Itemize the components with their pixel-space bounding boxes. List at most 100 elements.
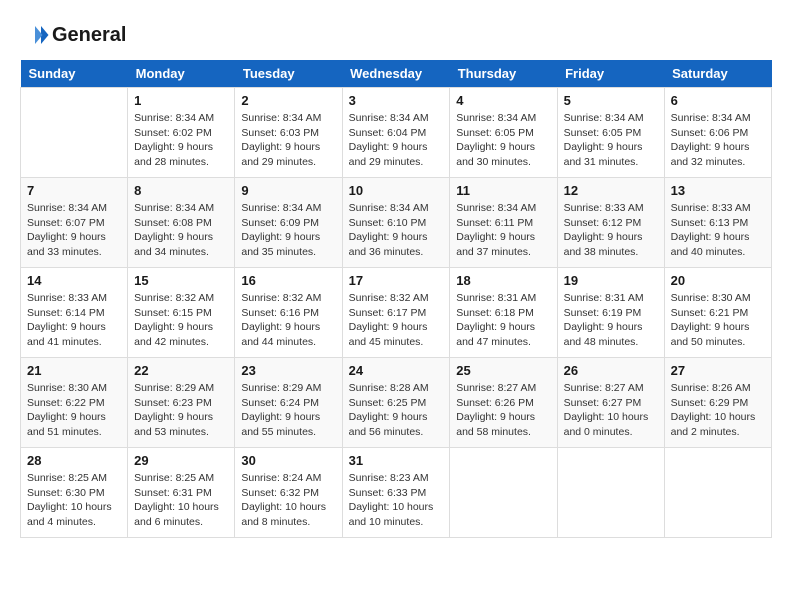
logo-text: General	[52, 24, 126, 46]
calendar-cell: 27 Sunrise: 8:26 AM Sunset: 6:29 PM Dayli…	[664, 358, 771, 448]
day-info: Sunrise: 8:24 AM Sunset: 6:32 PM Dayligh…	[241, 471, 335, 530]
calendar-cell: 3 Sunrise: 8:34 AM Sunset: 6:04 PM Daylig…	[342, 88, 450, 178]
day-number: 1	[134, 93, 228, 108]
day-number: 5	[564, 93, 658, 108]
day-info: Sunrise: 8:34 AM Sunset: 6:03 PM Dayligh…	[241, 111, 335, 170]
logo: General	[20, 20, 126, 50]
calendar-cell: 15 Sunrise: 8:32 AM Sunset: 6:15 PM Dayli…	[128, 268, 235, 358]
day-number: 19	[564, 273, 658, 288]
calendar-cell: 19 Sunrise: 8:31 AM Sunset: 6:19 PM Dayli…	[557, 268, 664, 358]
day-number: 12	[564, 183, 658, 198]
day-number: 9	[241, 183, 335, 198]
day-info: Sunrise: 8:25 AM Sunset: 6:31 PM Dayligh…	[134, 471, 228, 530]
calendar-table: SundayMondayTuesdayWednesdayThursdayFrid…	[20, 60, 772, 538]
day-info: Sunrise: 8:27 AM Sunset: 6:26 PM Dayligh…	[456, 381, 550, 440]
calendar-cell: 7 Sunrise: 8:34 AM Sunset: 6:07 PM Daylig…	[21, 178, 128, 268]
calendar-cell: 30 Sunrise: 8:24 AM Sunset: 6:32 PM Dayli…	[235, 448, 342, 538]
day-info: Sunrise: 8:34 AM Sunset: 6:09 PM Dayligh…	[241, 201, 335, 260]
calendar-cell: 31Sunrise: 8:23 AM Sunset: 6:33 PM Dayli…	[342, 448, 450, 538]
day-info: Sunrise: 8:29 AM Sunset: 6:23 PM Dayligh…	[134, 381, 228, 440]
day-number: 23	[241, 363, 335, 378]
day-number: 3	[349, 93, 444, 108]
day-number: 22	[134, 363, 228, 378]
calendar-cell	[450, 448, 557, 538]
day-number: 11	[456, 183, 550, 198]
calendar-cell: 10 Sunrise: 8:34 AM Sunset: 6:10 PM Dayli…	[342, 178, 450, 268]
calendar-cell: 28 Sunrise: 8:25 AM Sunset: 6:30 PM Dayli…	[21, 448, 128, 538]
day-info: Sunrise: 8:30 AM Sunset: 6:21 PM Dayligh…	[671, 291, 765, 350]
day-number: 28	[27, 453, 121, 468]
calendar-cell: 23 Sunrise: 8:29 AM Sunset: 6:24 PM Dayli…	[235, 358, 342, 448]
day-number: 16	[241, 273, 335, 288]
column-header-monday: Monday	[128, 60, 235, 88]
day-number: 21	[27, 363, 121, 378]
day-number: 27	[671, 363, 765, 378]
day-number: 20	[671, 273, 765, 288]
day-info: Sunrise: 8:34 AM Sunset: 6:05 PM Dayligh…	[456, 111, 550, 170]
column-header-friday: Friday	[557, 60, 664, 88]
calendar-week-row: 7 Sunrise: 8:34 AM Sunset: 6:07 PM Daylig…	[21, 178, 772, 268]
calendar-cell: 24 Sunrise: 8:28 AM Sunset: 6:25 PM Dayli…	[342, 358, 450, 448]
day-number: 24	[349, 363, 444, 378]
day-number: 25	[456, 363, 550, 378]
calendar-cell: 12 Sunrise: 8:33 AM Sunset: 6:12 PM Dayli…	[557, 178, 664, 268]
day-info: Sunrise: 8:33 AM Sunset: 6:13 PM Dayligh…	[671, 201, 765, 260]
calendar-cell: 18Sunrise: 8:31 AM Sunset: 6:18 PM Dayli…	[450, 268, 557, 358]
day-info: Sunrise: 8:28 AM Sunset: 6:25 PM Dayligh…	[349, 381, 444, 440]
day-info: Sunrise: 8:34 AM Sunset: 6:11 PM Dayligh…	[456, 201, 550, 260]
day-number: 2	[241, 93, 335, 108]
calendar-cell: 5 Sunrise: 8:34 AM Sunset: 6:05 PM Daylig…	[557, 88, 664, 178]
calendar-cell: 8Sunrise: 8:34 AM Sunset: 6:08 PM Daylig…	[128, 178, 235, 268]
calendar-cell: 29 Sunrise: 8:25 AM Sunset: 6:31 PM Dayli…	[128, 448, 235, 538]
calendar-cell: 17Sunrise: 8:32 AM Sunset: 6:17 PM Dayli…	[342, 268, 450, 358]
day-info: Sunrise: 8:34 AM Sunset: 6:04 PM Dayligh…	[349, 111, 444, 170]
calendar-cell: 26 Sunrise: 8:27 AM Sunset: 6:27 PM Dayli…	[557, 358, 664, 448]
calendar-cell: 4Sunrise: 8:34 AM Sunset: 6:05 PM Daylig…	[450, 88, 557, 178]
day-number: 10	[349, 183, 444, 198]
day-info: Sunrise: 8:33 AM Sunset: 6:14 PM Dayligh…	[27, 291, 121, 350]
day-number: 8	[134, 183, 228, 198]
column-header-wednesday: Wednesday	[342, 60, 450, 88]
calendar-week-row: 1 Sunrise: 8:34 AM Sunset: 6:02 PM Daylig…	[21, 88, 772, 178]
day-info: Sunrise: 8:27 AM Sunset: 6:27 PM Dayligh…	[564, 381, 658, 440]
day-info: Sunrise: 8:30 AM Sunset: 6:22 PM Dayligh…	[27, 381, 121, 440]
day-number: 6	[671, 93, 765, 108]
day-info: Sunrise: 8:33 AM Sunset: 6:12 PM Dayligh…	[564, 201, 658, 260]
day-info: Sunrise: 8:25 AM Sunset: 6:30 PM Dayligh…	[27, 471, 121, 530]
day-number: 7	[27, 183, 121, 198]
day-number: 26	[564, 363, 658, 378]
day-info: Sunrise: 8:31 AM Sunset: 6:19 PM Dayligh…	[564, 291, 658, 350]
day-info: Sunrise: 8:29 AM Sunset: 6:24 PM Dayligh…	[241, 381, 335, 440]
day-number: 14	[27, 273, 121, 288]
calendar-cell: 22 Sunrise: 8:29 AM Sunset: 6:23 PM Dayli…	[128, 358, 235, 448]
day-info: Sunrise: 8:32 AM Sunset: 6:15 PM Dayligh…	[134, 291, 228, 350]
calendar-week-row: 14 Sunrise: 8:33 AM Sunset: 6:14 PM Dayli…	[21, 268, 772, 358]
column-header-saturday: Saturday	[664, 60, 771, 88]
calendar-cell: 16 Sunrise: 8:32 AM Sunset: 6:16 PM Dayli…	[235, 268, 342, 358]
calendar-cell	[21, 88, 128, 178]
calendar-cell: 9 Sunrise: 8:34 AM Sunset: 6:09 PM Daylig…	[235, 178, 342, 268]
day-info: Sunrise: 8:34 AM Sunset: 6:07 PM Dayligh…	[27, 201, 121, 260]
day-info: Sunrise: 8:34 AM Sunset: 6:05 PM Dayligh…	[564, 111, 658, 170]
day-info: Sunrise: 8:26 AM Sunset: 6:29 PM Dayligh…	[671, 381, 765, 440]
calendar-cell	[557, 448, 664, 538]
day-number: 15	[134, 273, 228, 288]
calendar-cell: 20 Sunrise: 8:30 AM Sunset: 6:21 PM Dayli…	[664, 268, 771, 358]
calendar-cell: 2 Sunrise: 8:34 AM Sunset: 6:03 PM Daylig…	[235, 88, 342, 178]
column-header-thursday: Thursday	[450, 60, 557, 88]
calendar-cell: 21 Sunrise: 8:30 AM Sunset: 6:22 PM Dayli…	[21, 358, 128, 448]
logo-icon	[20, 20, 50, 50]
page-header: General	[20, 20, 772, 50]
day-info: Sunrise: 8:34 AM Sunset: 6:10 PM Dayligh…	[349, 201, 444, 260]
day-info: Sunrise: 8:34 AM Sunset: 6:02 PM Dayligh…	[134, 111, 228, 170]
day-number: 31	[349, 453, 444, 468]
day-info: Sunrise: 8:32 AM Sunset: 6:16 PM Dayligh…	[241, 291, 335, 350]
calendar-cell: 13Sunrise: 8:33 AM Sunset: 6:13 PM Dayli…	[664, 178, 771, 268]
day-number: 18	[456, 273, 550, 288]
calendar-cell: 25 Sunrise: 8:27 AM Sunset: 6:26 PM Dayli…	[450, 358, 557, 448]
day-number: 30	[241, 453, 335, 468]
column-header-tuesday: Tuesday	[235, 60, 342, 88]
day-number: 17	[349, 273, 444, 288]
calendar-cell: 1 Sunrise: 8:34 AM Sunset: 6:02 PM Daylig…	[128, 88, 235, 178]
day-number: 29	[134, 453, 228, 468]
